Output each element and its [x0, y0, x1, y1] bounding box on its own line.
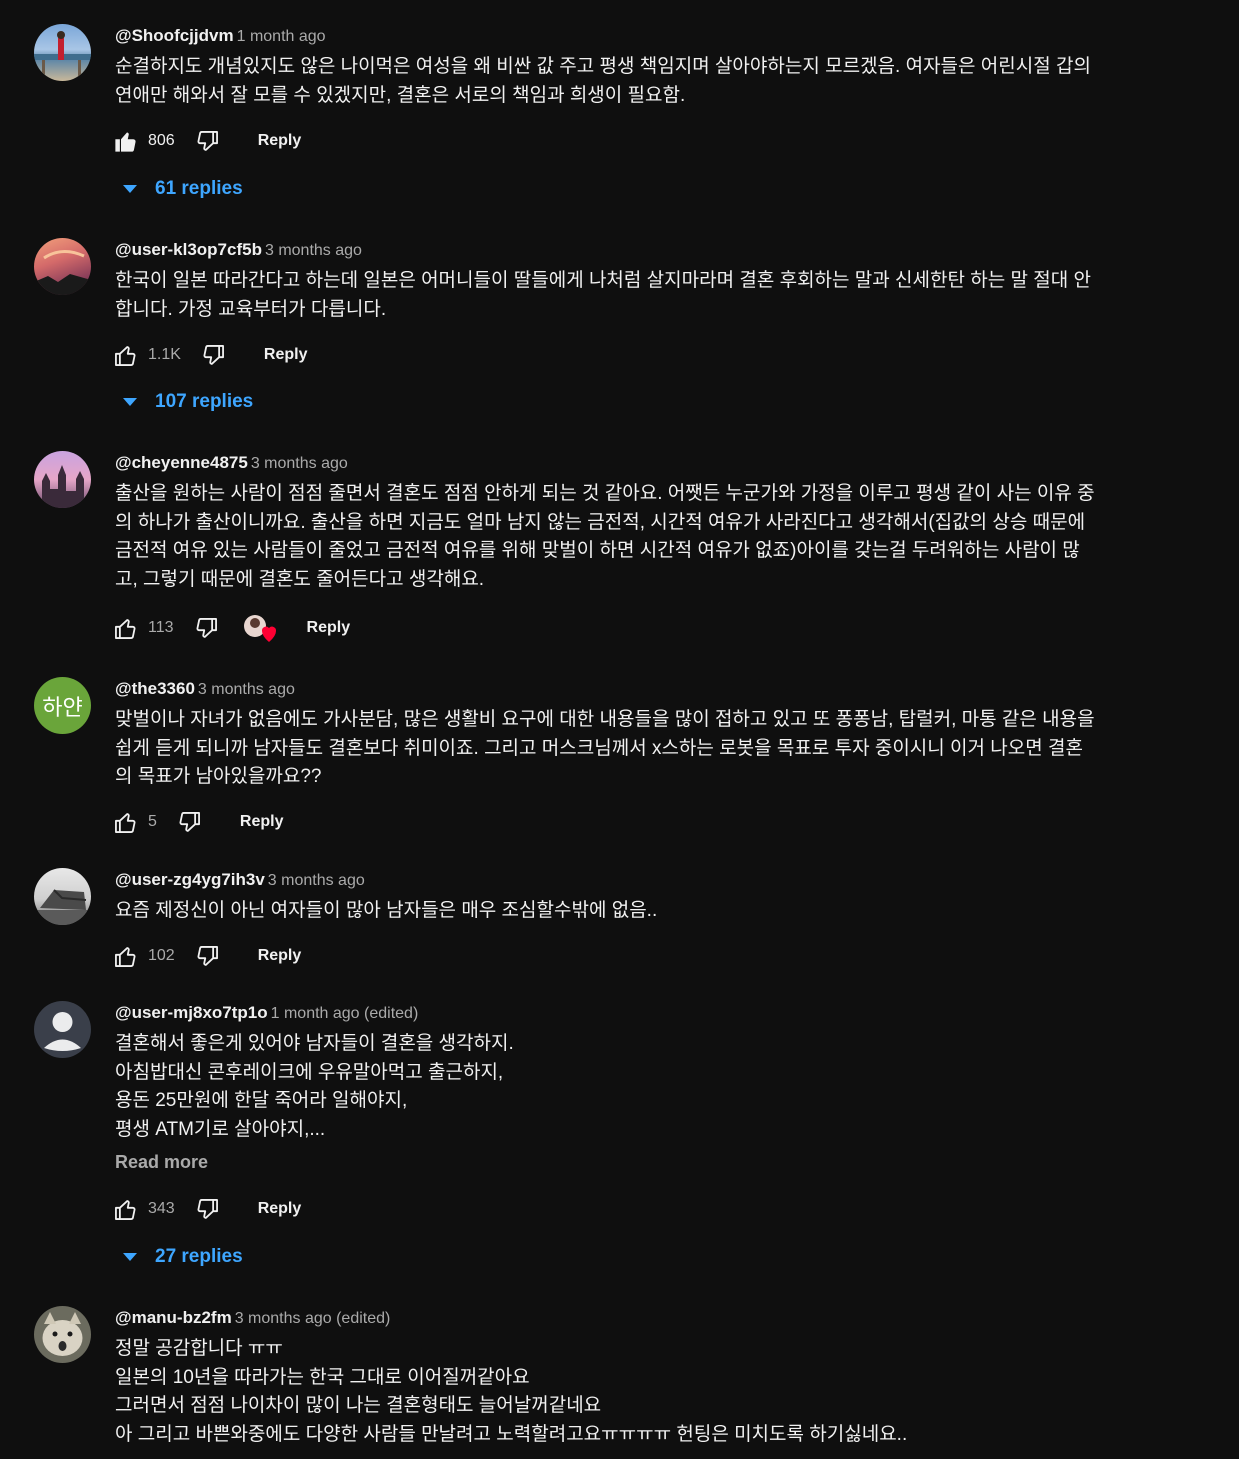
like-count: 113 [148, 619, 174, 636]
dislike-icon[interactable] [200, 342, 227, 369]
comment-author[interactable]: @cheyenne4875 [115, 453, 248, 472]
like-icon[interactable] [112, 809, 139, 836]
dislike-icon[interactable] [194, 128, 221, 155]
read-more-button[interactable]: Read more [115, 1152, 1215, 1173]
like-count: 5 [148, 813, 157, 830]
dislike-icon[interactable] [194, 1196, 221, 1223]
comment-text: 한국이 일본 따라간다고 하는데 일본은 어머니들이 딸들에게 나처럼 살지마라… [115, 270, 1091, 320]
avatar-initials: 하얀 [42, 694, 83, 720]
like-filled-icon[interactable] [112, 128, 139, 155]
avatar[interactable]: 하얀 [34, 677, 91, 734]
avatar[interactable] [34, 1306, 91, 1363]
avatar[interactable] [34, 868, 91, 925]
creator-heart-icon [243, 613, 277, 643]
avatar[interactable] [34, 1001, 91, 1058]
like-icon[interactable] [112, 943, 139, 970]
comment-author[interactable]: @user-zg4yg7ih3v [115, 870, 265, 889]
avatar[interactable] [34, 24, 91, 81]
reply-button[interactable]: Reply [307, 619, 351, 637]
view-replies-button[interactable]: 107 replies [118, 387, 253, 417]
replies-count: 61 replies [155, 178, 243, 199]
comment-text: 순결하지도 개념있지도 않은 나이먹은 여성을 왜 비싼 값 주고 평생 책임지… [115, 56, 1091, 106]
reply-button[interactable]: Reply [264, 346, 308, 364]
comment-author[interactable]: @user-mj8xo7tp1o [115, 1003, 268, 1022]
reply-button[interactable]: Reply [258, 1200, 302, 1218]
caret-down-icon [123, 1253, 137, 1261]
like-icon[interactable] [112, 615, 139, 642]
comment-timestamp[interactable]: 3 months ago [198, 681, 295, 698]
dislike-icon[interactable] [193, 615, 220, 642]
view-replies-button[interactable]: 61 replies [118, 174, 243, 204]
comment-text: 결혼해서 좋은게 있어야 남자들이 결혼을 생각하지. 아침밥대신 콘후레이크에… [115, 1033, 514, 1140]
dislike-icon[interactable] [176, 809, 203, 836]
comment-author[interactable]: @Shoofcjjdvm [115, 26, 234, 45]
like-icon[interactable] [112, 1196, 139, 1223]
dislike-icon[interactable] [194, 943, 221, 970]
comment-timestamp[interactable]: 3 months ago [268, 872, 365, 889]
comment-author[interactable]: @the3360 [115, 679, 195, 698]
like-count: 1.1K [148, 346, 181, 363]
reply-button[interactable]: Reply [240, 813, 284, 831]
comment-timestamp[interactable]: 3 months ago (edited) [235, 1310, 391, 1327]
caret-down-icon [123, 398, 137, 406]
like-count: 806 [148, 132, 175, 149]
replies-count: 27 replies [155, 1246, 243, 1267]
reply-button[interactable]: Reply [258, 132, 302, 150]
reply-button[interactable]: Reply [258, 947, 302, 965]
comment-timestamp[interactable]: 3 months ago [251, 455, 348, 472]
comment-timestamp[interactable]: 3 months ago [265, 242, 362, 259]
like-count: 343 [148, 1200, 175, 1217]
comment-author[interactable]: @manu-bz2fm [115, 1308, 232, 1327]
comment-text: 출산을 원하는 사람이 점점 줄면서 결혼도 점점 안하게 되는 것 같아요. … [115, 483, 1095, 590]
avatar[interactable] [34, 451, 91, 508]
avatar[interactable] [34, 238, 91, 295]
like-icon[interactable] [112, 342, 139, 369]
comment-timestamp[interactable]: 1 month ago [237, 28, 326, 45]
comment-timestamp[interactable]: 1 month ago (edited) [271, 1005, 419, 1022]
comment-author[interactable]: @user-kl3op7cf5b [115, 240, 262, 259]
caret-down-icon [123, 185, 137, 193]
like-count: 102 [148, 947, 175, 964]
comment-text: 요즘 제정신이 아닌 여자들이 많아 남자들은 매우 조심할수밖에 없음.. [115, 900, 658, 921]
comment-text: 맞벌이나 자녀가 없음에도 가사분담, 많은 생활비 요구에 대한 내용들을 많… [115, 709, 1095, 787]
view-replies-button[interactable]: 27 replies [118, 1242, 243, 1272]
replies-count: 107 replies [155, 391, 254, 412]
comment-text: 정말 공감합니다 ㅠㅠ 일본의 10년을 따라가는 한국 그대로 이어질꺼같아요… [115, 1338, 908, 1445]
